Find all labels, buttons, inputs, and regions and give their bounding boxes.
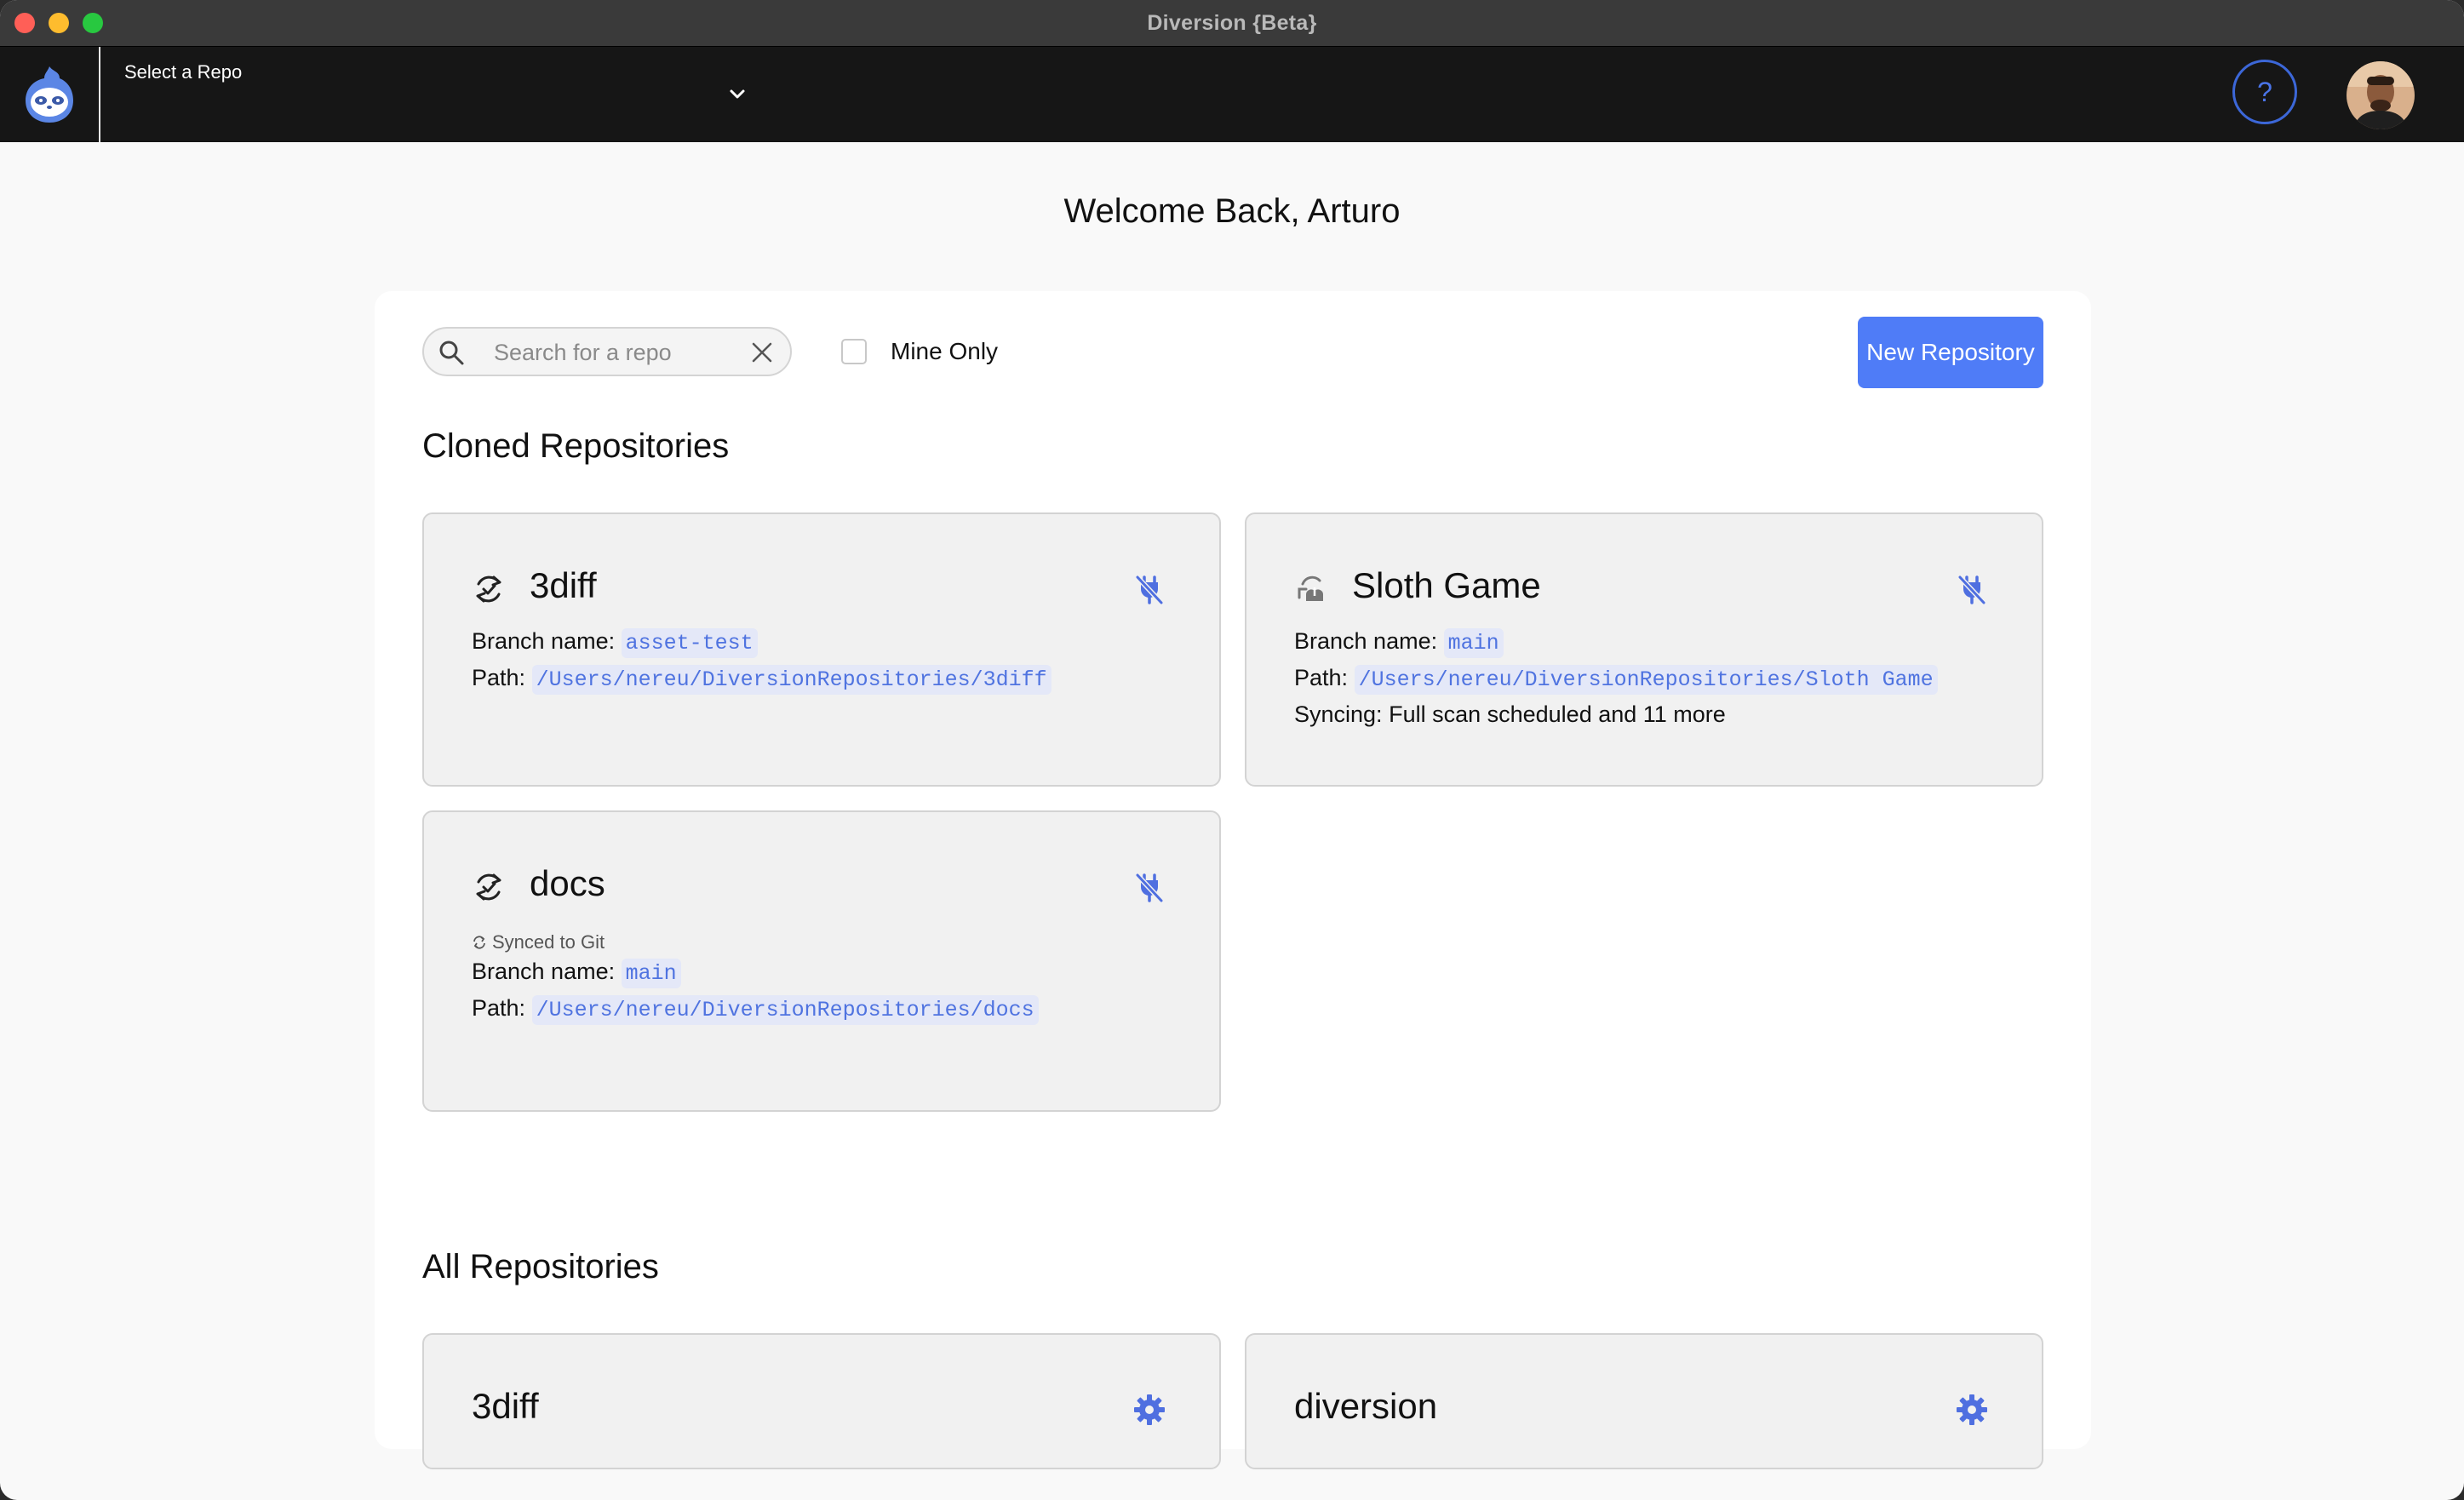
branch-label: Branch name: xyxy=(1294,628,1438,654)
syncing-value: Full scan scheduled and 11 more xyxy=(1389,701,1726,727)
path-row: Path: /Users/nereu/DiversionRepositories… xyxy=(472,995,1039,1025)
repo-name: diversion xyxy=(1294,1386,1438,1426)
path-value: /Users/nereu/DiversionRepositories/3diff xyxy=(531,665,1051,695)
unplug-icon[interactable] xyxy=(1132,870,1166,904)
chevron-down-icon[interactable] xyxy=(725,83,749,106)
cloned-repositories-heading: Cloned Repositories xyxy=(422,427,730,465)
welcome-heading: Welcome Back, Arturo xyxy=(1063,192,1401,230)
repo-name: Sloth Game xyxy=(1352,565,1541,605)
cloned-repo-card[interactable]: Sloth Game Branch name: main Path: /User… xyxy=(1245,512,2043,787)
branch-row: Branch name: main xyxy=(472,959,681,988)
unplug-icon[interactable] xyxy=(1132,572,1166,606)
gear-icon[interactable] xyxy=(1132,1393,1166,1427)
user-avatar[interactable] xyxy=(2347,61,2415,129)
branch-value: main xyxy=(1443,628,1504,658)
syncing-label: Syncing: xyxy=(1294,701,1383,727)
search-input[interactable] xyxy=(492,335,734,369)
minimize-window-button[interactable] xyxy=(49,13,69,33)
sync-circle-icon xyxy=(476,873,501,901)
path-label: Path: xyxy=(472,995,526,1021)
search-icon xyxy=(439,341,464,365)
repo-name: 3diff xyxy=(472,1386,539,1426)
all-repositories-heading: All Repositories xyxy=(422,1248,659,1285)
sync-icon xyxy=(473,936,485,949)
sync-status: Synced to Git xyxy=(472,931,605,953)
syncing-row: Syncing: Full scan scheduled and 11 more xyxy=(1294,701,1726,728)
app-header: Select a Repo ? xyxy=(0,47,2464,142)
branch-label: Branch name: xyxy=(472,628,616,654)
mine-only-checkbox[interactable] xyxy=(841,339,867,364)
cloud-sync-icon xyxy=(1298,575,1323,601)
sloth-logo-icon xyxy=(26,66,73,123)
repo-name: 3diff xyxy=(530,565,597,605)
path-label: Path: xyxy=(472,665,526,690)
cloned-repo-card[interactable]: docs Synced to Git Branch name: main Pat… xyxy=(422,810,1221,1112)
repo-selector-label[interactable]: Select a Repo xyxy=(124,61,242,83)
window-title: Diversion {Beta} xyxy=(1147,10,1317,35)
mine-only-label[interactable]: Mine Only xyxy=(891,338,998,365)
app-logo[interactable] xyxy=(0,47,100,142)
cloned-repo-card[interactable]: 3diff Branch name: asset-test Path: /Use… xyxy=(422,512,1221,787)
sync-circle-icon xyxy=(476,575,501,603)
new-repository-button[interactable]: New Repository xyxy=(1858,317,2043,388)
zoom-window-button[interactable] xyxy=(83,13,103,33)
close-window-button[interactable] xyxy=(14,13,35,33)
path-value: /Users/nereu/DiversionRepositories/Sloth… xyxy=(1354,665,1938,695)
path-label: Path: xyxy=(1294,665,1349,690)
title-bar: Diversion {Beta} xyxy=(0,0,2464,47)
repo-card[interactable]: diversion xyxy=(1245,1333,2043,1469)
help-button[interactable]: ? xyxy=(2232,60,2297,124)
sync-status-text: Synced to Git xyxy=(492,931,605,953)
repo-name: docs xyxy=(530,863,605,903)
repo-card[interactable]: 3diff xyxy=(422,1333,1221,1469)
path-value: /Users/nereu/DiversionRepositories/docs xyxy=(531,995,1039,1025)
branch-label: Branch name: xyxy=(472,959,616,984)
branch-value: asset-test xyxy=(621,628,758,658)
branch-row: Branch name: asset-test xyxy=(472,628,758,658)
gear-icon[interactable] xyxy=(1955,1393,1989,1427)
path-row: Path: /Users/nereu/DiversionRepositories… xyxy=(472,665,1051,695)
branch-row: Branch name: main xyxy=(1294,628,1504,658)
repositories-panel: Mine Only New Repository Cloned Reposito… xyxy=(375,291,2091,1469)
path-row: Path: /Users/nereu/DiversionRepositories… xyxy=(1294,665,1938,695)
avatar-image xyxy=(2347,61,2415,129)
branch-value: main xyxy=(621,959,681,988)
app-window: Diversion {Beta} Select a Repo ? Welcome… xyxy=(0,0,2464,1500)
search-box[interactable] xyxy=(422,327,792,376)
unplug-icon[interactable] xyxy=(1955,572,1989,606)
close-icon[interactable] xyxy=(751,341,773,364)
